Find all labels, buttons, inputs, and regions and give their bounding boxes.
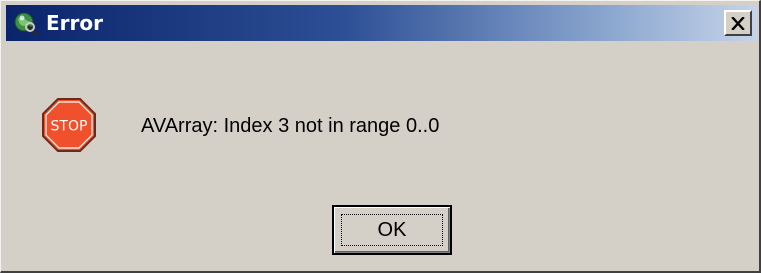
error-message: AVArray: Index 3 not in range 0..0 [141, 115, 440, 137]
globe-app-icon [14, 12, 38, 36]
stop-sign-icon: STOP [42, 98, 96, 152]
error-dialog-window: Error STOP AVArray: Index 3 not in range… [0, 0, 761, 273]
title-bar[interactable]: Error [6, 5, 757, 41]
window-title: Error [46, 11, 103, 35]
close-icon [731, 16, 745, 30]
ok-button-label: OK [341, 214, 443, 246]
close-button[interactable] [724, 10, 752, 36]
stop-icon-text: STOP [51, 119, 88, 135]
ok-button[interactable]: OK [332, 205, 452, 255]
